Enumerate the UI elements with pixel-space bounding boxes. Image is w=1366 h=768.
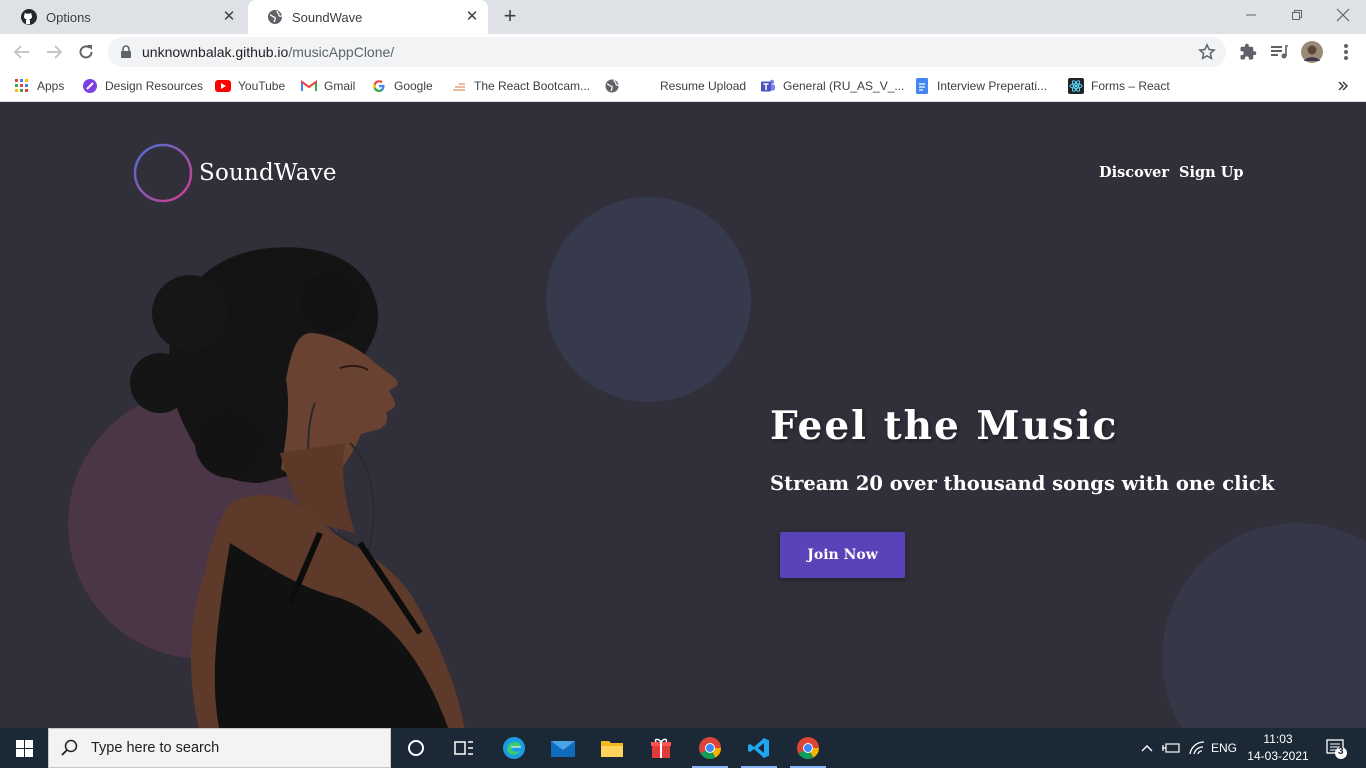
nav-discover[interactable]: Discover [1099,164,1169,181]
globe-icon [604,78,620,94]
bookmark-label: Design Resources [105,79,204,93]
decorative-circle-blue [546,197,751,402]
tab-strip: Options ✕ SoundWave ✕ + [0,0,1366,34]
url-host: unknownbalak.github.io [142,44,289,60]
search-placeholder: Type here to search [91,740,220,756]
brand-name: SoundWave [199,160,337,186]
bookmark-design-resources[interactable]: Design Resources [82,76,203,96]
brand-logo[interactable]: SoundWave [133,143,337,203]
taskbar-search-box[interactable]: Type here to search [48,728,391,768]
url-text: unknownbalak.github.io/musicAppClone/ [142,44,394,60]
gift-app-icon[interactable] [637,728,685,768]
bookmark-label: Apps [37,79,65,93]
bookmark-general-teams[interactable]: General (RU_AS_V_... [760,76,904,96]
task-view-icon[interactable] [440,728,488,768]
notification-count: 3 [1338,746,1344,757]
edge-icon[interactable] [490,728,538,768]
lock-icon [120,45,132,64]
google-icon [371,78,387,94]
join-now-button[interactable]: Join Now [780,532,905,578]
windows-start-icon[interactable] [0,728,48,768]
restore-icon[interactable] [1274,0,1320,30]
bookmarks-bar: Apps Design Resources YouTube Gmail Goog… [0,70,1366,102]
system-clock[interactable]: 11:03 14-03-2021 [1244,731,1312,765]
minimize-icon[interactable] [1228,0,1274,30]
hero-woman-image [130,247,465,728]
url-path: /musicAppClone/ [288,44,395,60]
close-window-icon[interactable] [1320,0,1366,30]
hero-title: Feel the Music [770,403,1119,449]
bookmark-resume-upload[interactable]: Resume Upload [660,76,746,96]
chrome-icon[interactable] [686,728,734,768]
bookmark-label: Gmail [324,79,356,93]
docs-icon [914,78,930,94]
bookmark-label: YouTube [238,79,286,93]
mail-icon[interactable] [539,728,587,768]
close-icon[interactable]: ✕ [464,9,480,25]
cortana-icon[interactable] [392,728,440,768]
menu-kebab-icon[interactable] [1334,40,1358,64]
bookmark-interview-preperation[interactable]: Interview Preperati... [914,76,1047,96]
bootcamp-icon [451,78,467,94]
globe-icon [266,9,283,26]
file-explorer-icon[interactable] [588,728,636,768]
design-icon [82,78,98,94]
github-icon [20,9,37,26]
bookmark-youtube[interactable]: YouTube [215,76,285,96]
search-icon [61,739,79,757]
wifi-icon[interactable] [1186,728,1208,768]
bookmark-label: Interview Preperati... [937,79,1048,93]
tab-options[interactable]: Options ✕ [2,0,245,34]
bookmark-label: Google [394,79,433,93]
notifications-icon[interactable]: 3 [1318,728,1354,768]
chrome-icon-2[interactable] [784,728,832,768]
bookmark-react-bootcamp[interactable]: The React Bootcam... [451,76,590,96]
close-icon[interactable]: ✕ [221,9,237,25]
bookmark-label: Resume Upload [660,79,747,93]
tray-chevron-up-icon[interactable] [1138,728,1156,768]
bookmark-apps[interactable]: Apps [14,76,64,96]
clock-time: 11:03 [1263,732,1293,746]
hero-subtitle: Stream 20 over thousand songs with one c… [770,472,1275,495]
react-icon [1068,78,1084,94]
bookmark-gmail[interactable]: Gmail [301,76,355,96]
clock-date: 14-03-2021 [1247,749,1309,763]
nav-sign-up[interactable]: Sign Up [1179,164,1244,181]
gmail-icon [301,78,317,94]
tab-soundwave[interactable]: SoundWave ✕ [248,0,488,34]
profile-avatar[interactable] [1300,40,1324,64]
apps-grid-icon [14,78,30,94]
bookmark-label: Forms – React [1091,79,1170,93]
bookmark-star-icon[interactable] [1198,43,1216,66]
battery-power-icon[interactable] [1160,728,1182,768]
bookmark-globe[interactable] [604,76,627,96]
soundwave-page: SoundWave Discover Sign Up Feel the Musi… [0,103,1366,728]
more-bookmarks-chevron-icon[interactable] [1337,76,1349,96]
tab-title: Options [46,9,91,25]
tab-title: SoundWave [292,9,363,25]
extensions-icon[interactable] [1236,40,1260,64]
language-indicator[interactable]: ENG [1208,728,1240,768]
new-tab-plus-icon[interactable]: + [498,5,522,29]
windows-taskbar: Type here to search ENG 11:03 14-03-2021 [0,728,1366,768]
bookmark-label: The React Bootcam... [474,79,591,93]
vscode-icon[interactable] [735,728,783,768]
media-control-icon[interactable] [1267,40,1291,64]
address-bar[interactable]: unknownbalak.github.io/musicAppClone/ [108,37,1226,67]
youtube-icon [215,78,231,94]
browser-toolbar: unknownbalak.github.io/musicAppClone/ [0,34,1366,70]
teams-icon [760,78,776,94]
forward-arrow-icon[interactable] [42,40,66,64]
bookmark-google[interactable]: Google [371,76,433,96]
back-arrow-icon[interactable] [10,40,34,64]
soundwave-logo-icon [133,143,193,203]
bookmark-forms-react[interactable]: Forms – React [1068,76,1170,96]
decorative-circle-blue-corner [1162,523,1366,728]
reload-icon[interactable] [74,40,98,64]
bookmark-label: General (RU_AS_V_... [783,79,905,93]
